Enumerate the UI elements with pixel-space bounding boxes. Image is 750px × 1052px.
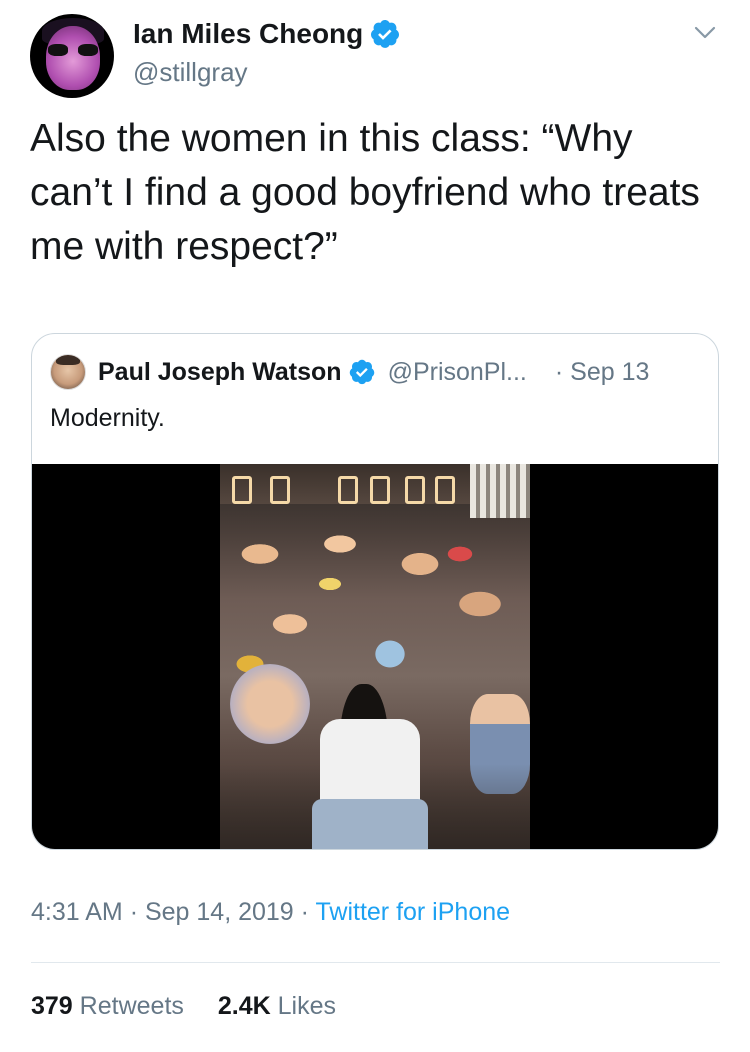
quoted-tweet-date: · Sep 13 [554, 357, 650, 386]
author-avatar[interactable] [30, 14, 114, 98]
video-person-center-shirt [320, 719, 420, 809]
quoted-tweet-video[interactable] [32, 464, 718, 849]
likes-label: Likes [277, 992, 337, 1020]
author-name[interactable]: Ian Miles Cheong [133, 18, 363, 50]
retweets-label: Retweets [79, 992, 184, 1020]
meta-separator: · [300, 898, 309, 926]
tweet-date: Sep 14, 2019 [144, 898, 294, 926]
tweet-time: 4:31 AM [31, 898, 123, 926]
meta-separator: · [129, 898, 139, 926]
author-name-row[interactable]: Ian Miles Cheong [133, 18, 401, 50]
avatar-glasses [48, 44, 98, 56]
retweets-count: 379 [31, 992, 73, 1020]
quoted-tweet-header: Paul Joseph Watson @PrisonPl... · Sep 13 [50, 354, 649, 390]
chevron-down-icon[interactable] [694, 26, 716, 40]
tweet-source-link[interactable]: Twitter for iPhone [316, 898, 511, 926]
quoted-tweet-card[interactable]: Paul Joseph Watson @PrisonPl... · Sep 13… [31, 333, 719, 850]
tweet-stats: 379 Retweets 2.4K Likes [31, 992, 336, 1021]
quoted-author-avatar [50, 354, 86, 390]
avatar-face [46, 26, 100, 90]
video-window [470, 464, 530, 518]
video-person-left [230, 664, 310, 744]
divider [31, 962, 720, 963]
verified-badge-icon [349, 359, 374, 385]
likes-stat[interactable]: 2.4K Likes [218, 992, 336, 1020]
verified-badge-icon [371, 20, 400, 48]
tweet-meta: 4:31 AM · Sep 14, 2019 · Twitter for iPh… [31, 898, 510, 927]
retweets-stat[interactable]: 379 Retweets [31, 992, 184, 1020]
quoted-tweet-text: Modernity. [50, 404, 165, 432]
author-handle[interactable]: @stillgray [133, 57, 248, 88]
likes-count: 2.4K [217, 992, 271, 1020]
video-frame [220, 464, 530, 849]
quoted-author-name: Paul Joseph Watson [98, 357, 342, 386]
tweet-text: Also the women in this class: “Why can’t… [30, 117, 700, 268]
quoted-author-handle: @PrisonPl... [387, 357, 527, 386]
video-person-center-skirt [312, 799, 428, 849]
